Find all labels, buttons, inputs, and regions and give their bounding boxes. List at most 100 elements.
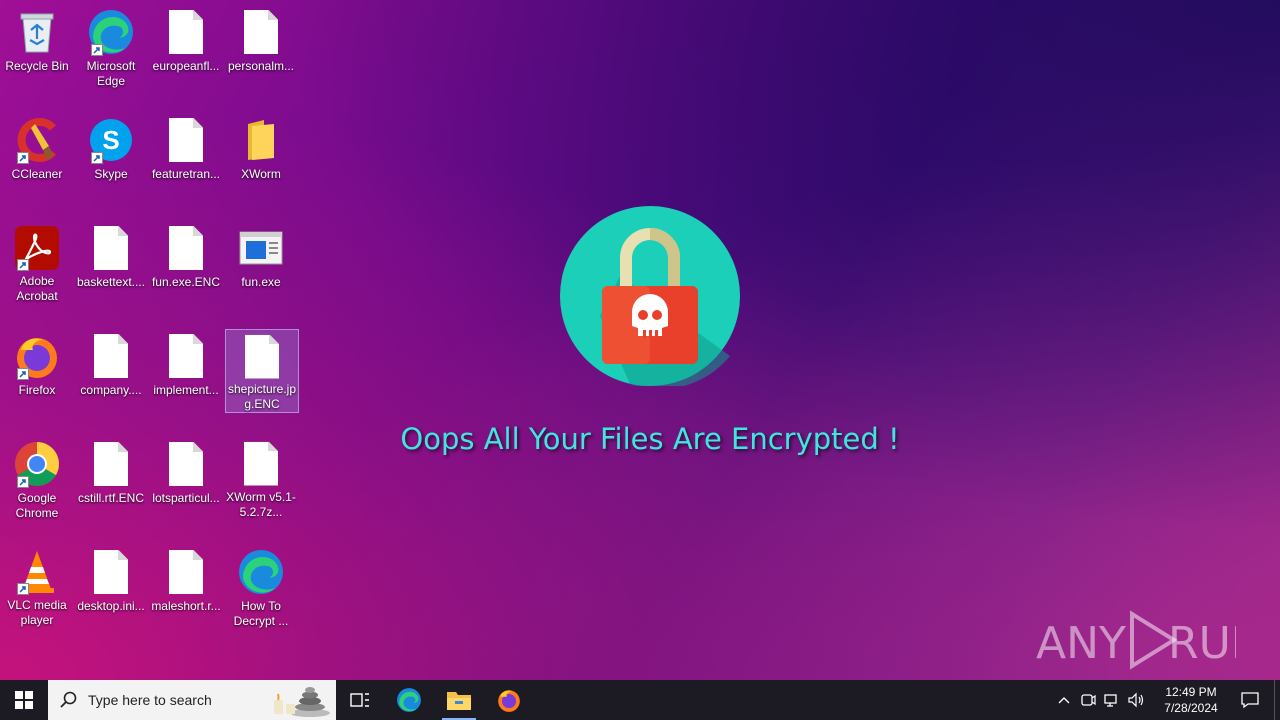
clock-date: 7/28/2024 — [1164, 701, 1218, 715]
vlc-cone-icon — [13, 548, 61, 595]
search-highlight-spa-stones-icon — [274, 687, 330, 717]
skype-icon: S — [87, 116, 135, 164]
shortcut-arrow-icon — [17, 476, 29, 488]
desktop-icon-microsoft-edge[interactable]: Microsoft Edge — [74, 4, 148, 88]
windows-logo-icon — [15, 691, 33, 709]
edge-icon — [237, 548, 285, 596]
desktop-icon-file[interactable]: implement... — [149, 328, 223, 412]
desktop-icon-label: shepicture.jpg.ENC — [227, 382, 297, 411]
system-tray: 12:49 PM 7/28/2024 — [1052, 680, 1280, 720]
desktop-icon-label: cstill.rtf.ENC — [78, 491, 144, 505]
adobe-acrobat-icon — [13, 224, 61, 271]
desktop-icon-file[interactable]: personalm... — [224, 4, 298, 88]
desktop-icon-file[interactable]: lotsparticul... — [149, 436, 223, 520]
desktop-icon-file-selected[interactable]: shepicture.jpg.ENC — [225, 329, 299, 413]
desktop-icon-label: featuretran... — [151, 167, 221, 181]
document-icon — [162, 548, 210, 596]
shortcut-arrow-icon — [91, 44, 103, 56]
desktop-icon-file[interactable]: baskettext.... — [74, 220, 148, 304]
document-icon — [162, 116, 210, 164]
recycle-bin-icon — [13, 8, 61, 56]
clock-time: 12:49 PM — [1165, 685, 1217, 699]
desktop-icon-file[interactable]: europeanfl... — [149, 4, 223, 88]
taskbar-file-explorer[interactable] — [434, 680, 484, 720]
desktop-icon-file[interactable]: cstill.rtf.ENC — [74, 436, 148, 520]
desktop-icon-firefox[interactable]: Firefox — [0, 328, 74, 412]
desktop-icon-skype[interactable]: S Skype — [74, 112, 148, 196]
desktop-icon-file[interactable]: company.... — [74, 328, 148, 412]
firefox-icon — [13, 332, 61, 380]
desktop: Recycle Bin CCleaner Adobe Acrobat Firef… — [0, 0, 1280, 680]
taskbar: Type here to search 12:49 PM 7/28/2024 — [0, 680, 1280, 720]
start-button[interactable] — [0, 680, 48, 720]
svg-text:S: S — [102, 125, 119, 155]
document-icon — [87, 224, 135, 272]
document-icon — [238, 334, 286, 379]
watermark-text-any: ANY — [1036, 618, 1126, 669]
notification-center-button[interactable] — [1226, 680, 1274, 720]
task-view-icon — [350, 693, 369, 707]
desktop-icon-label: desktop.ini... — [77, 599, 145, 613]
desktop-icon-google-chrome[interactable]: Google Chrome — [0, 436, 74, 520]
desktop-icon-label: baskettext.... — [76, 275, 146, 289]
desktop-icon-label: XWorm — [241, 167, 281, 181]
notification-icon — [1241, 692, 1259, 709]
anyrun-watermark: ANY RUN — [1036, 606, 1236, 676]
desktop-icon-label: Google Chrome — [15, 491, 59, 520]
taskbar-clock[interactable]: 12:49 PM 7/28/2024 — [1156, 684, 1226, 716]
edge-icon — [397, 688, 421, 712]
chrome-icon — [13, 440, 61, 488]
shortcut-arrow-icon — [17, 259, 29, 271]
desktop-icon-label: europeanfl... — [152, 59, 220, 73]
desktop-icon-recycle-bin[interactable]: Recycle Bin — [0, 4, 74, 88]
application-window-icon — [237, 224, 285, 272]
shortcut-arrow-icon — [17, 583, 29, 595]
network-icon[interactable] — [1100, 680, 1124, 720]
document-icon — [162, 332, 210, 380]
desktop-icon-label: Recycle Bin — [5, 59, 69, 73]
desktop-icon-label: personalm... — [227, 59, 295, 73]
file-explorer-icon — [447, 692, 471, 710]
volume-icon[interactable] — [1124, 680, 1148, 720]
desktop-icon-label: Adobe Acrobat — [16, 274, 58, 303]
desktop-icon-label: fun.exe — [241, 275, 281, 289]
shortcut-arrow-icon — [17, 368, 29, 380]
taskbar-search-box[interactable]: Type here to search — [48, 680, 336, 720]
shortcut-arrow-icon — [91, 152, 103, 164]
desktop-icon-label: VLC media player — [7, 598, 67, 627]
desktop-icon-label: company.... — [80, 383, 142, 397]
edge-icon — [87, 8, 135, 56]
ransomware-lock-icon — [560, 206, 740, 390]
desktop-icon-file[interactable]: maleshort.r... — [149, 544, 223, 628]
document-icon — [87, 440, 135, 488]
desktop-icon-label: Skype — [94, 167, 128, 181]
ccleaner-icon — [13, 116, 61, 164]
desktop-icon-file[interactable]: featuretran... — [149, 112, 223, 196]
search-icon — [60, 691, 77, 708]
watermark-text-run: RUN — [1168, 618, 1236, 669]
taskbar-edge[interactable] — [384, 680, 434, 720]
show-hidden-icons-chevron-up-icon[interactable] — [1052, 680, 1076, 720]
desktop-icon-label: maleshort.r... — [151, 599, 221, 613]
desktop-icon-ccleaner[interactable]: CCleaner — [0, 112, 74, 196]
firefox-icon — [498, 690, 520, 712]
desktop-icon-adobe-acrobat[interactable]: Adobe Acrobat — [0, 220, 74, 304]
taskbar-firefox[interactable] — [484, 680, 534, 720]
desktop-icon-label: implement... — [153, 383, 219, 397]
desktop-icon-fun-exe[interactable]: fun.exe — [224, 220, 298, 304]
desktop-icon-label: How To Decrypt ... — [233, 599, 289, 628]
shortcut-arrow-icon — [17, 152, 29, 164]
document-icon — [237, 440, 285, 487]
document-icon — [162, 440, 210, 488]
meet-now-icon[interactable] — [1076, 680, 1100, 720]
desktop-icon-vlc[interactable]: VLC media player — [0, 544, 74, 628]
desktop-icon-file[interactable]: desktop.ini... — [74, 544, 148, 628]
desktop-icon-how-to-decrypt[interactable]: How To Decrypt ... — [224, 544, 298, 628]
show-desktop-button[interactable] — [1274, 680, 1280, 720]
desktop-icon-file[interactable]: XWorm v5.1-5.2.7z... — [224, 436, 298, 520]
desktop-icon-xworm-folder[interactable]: XWorm — [224, 112, 298, 196]
desktop-icon-label: XWorm v5.1-5.2.7z... — [226, 490, 296, 519]
task-view-button[interactable] — [336, 680, 384, 720]
desktop-icon-file[interactable]: fun.exe.ENC — [149, 220, 223, 304]
desktop-icon-label: lotsparticul... — [152, 491, 220, 505]
